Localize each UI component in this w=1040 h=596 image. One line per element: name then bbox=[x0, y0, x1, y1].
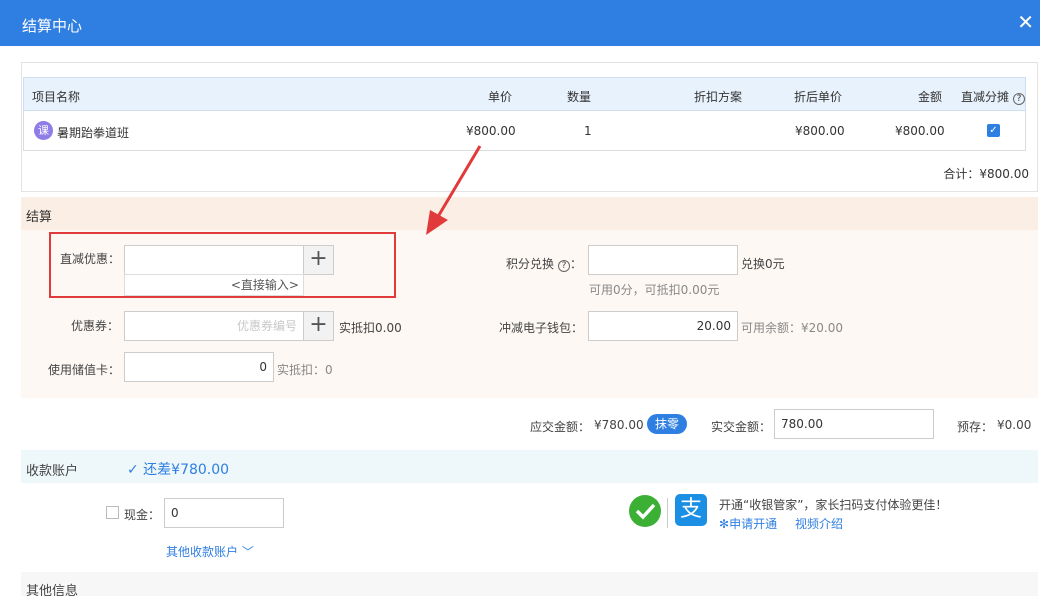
cash-label: 现金： bbox=[124, 508, 161, 522]
coupon-input[interactable]: 优惠券编号 bbox=[124, 311, 304, 341]
dialog-titlebar: 结算中心 ✕ bbox=[0, 0, 1040, 46]
row-unit-price: ¥800.00 bbox=[466, 124, 516, 138]
video-intro-link[interactable]: 视频介绍 bbox=[795, 515, 843, 532]
row-quantity: 1 bbox=[584, 124, 592, 138]
chevron-down-icon: ﹀ bbox=[241, 545, 254, 559]
items-panel: 项目名称 单价 数量 折扣方案 折后单价 金额 直减分摊? 课 暑期跆拳道班 ¥… bbox=[21, 62, 1038, 192]
cash-input[interactable]: 0 bbox=[164, 498, 284, 528]
alipay-icon: 支 bbox=[675, 494, 707, 526]
annotation-arrow-icon bbox=[426, 145, 482, 235]
accounts-header: 收款账户 ✓ 还差¥780.00 bbox=[21, 450, 1038, 483]
stored-card-label: 使用储值卡： bbox=[48, 363, 121, 377]
coupon-deduct-text: 实抵扣0.00 bbox=[339, 321, 402, 335]
round-off-button[interactable]: 抹零 bbox=[647, 414, 688, 434]
row-item-name: 暑期跆拳道班 bbox=[57, 126, 130, 140]
points-label: 积分兑换?： bbox=[506, 257, 583, 272]
help-icon[interactable]: ? bbox=[1013, 93, 1026, 105]
dialog-title: 结算中心 bbox=[22, 17, 83, 35]
wallet-balance-text: 可用余额：¥20.00 bbox=[741, 321, 843, 335]
divider bbox=[667, 498, 668, 528]
flower-icon: ✻ bbox=[719, 517, 730, 531]
table-row: 课 暑期跆拳道班 ¥800.00 1 ¥800.00 ¥800.00 ✓ bbox=[23, 111, 1026, 151]
paid-amount-input[interactable]: 780.00 bbox=[774, 409, 934, 439]
course-badge: 课 bbox=[34, 121, 53, 140]
other-accounts-link[interactable]: 其他收款账户 ﹀ bbox=[166, 543, 254, 560]
stored-card-deduct-text: 实抵扣：0 bbox=[277, 363, 333, 377]
apportion-checkbox[interactable]: ✓ bbox=[987, 124, 1000, 137]
help-icon[interactable]: ? bbox=[558, 260, 571, 272]
due-amount-value: ¥780.00 bbox=[594, 418, 644, 432]
stored-card-input[interactable]: 0 bbox=[124, 352, 274, 382]
col-amount: 金额 bbox=[918, 90, 943, 104]
accounts-title: 收款账户 bbox=[26, 464, 79, 479]
cash-checkbox[interactable] bbox=[106, 506, 119, 519]
points-exchange-text: 兑换0元 bbox=[741, 257, 785, 271]
settlement-header: 结算 bbox=[21, 197, 1038, 230]
points-input[interactable] bbox=[588, 245, 738, 275]
prepaid-value: ¥0.00 bbox=[997, 418, 1032, 432]
annotation-highlight-box bbox=[49, 232, 396, 298]
col-quantity: 数量 bbox=[567, 90, 592, 104]
settlement-title: 结算 bbox=[26, 210, 53, 225]
coupon-label: 优惠券： bbox=[71, 319, 120, 333]
due-amount-label: 应交金额： bbox=[530, 420, 591, 434]
apply-link[interactable]: ✻申请开通 bbox=[719, 515, 777, 532]
table-total: 合计：¥800.00 bbox=[943, 167, 1029, 181]
other-info-title: 其他信息 bbox=[26, 584, 79, 596]
row-amount: ¥800.00 bbox=[895, 124, 945, 138]
wallet-label: 冲减电子钱包： bbox=[499, 321, 584, 335]
points-available-text: 可用0分，可抵扣0.00元 bbox=[589, 283, 720, 297]
col-apportion: 直减分摊? bbox=[961, 88, 1026, 105]
table-header: 项目名称 单价 数量 折扣方案 折后单价 金额 直减分摊? bbox=[23, 77, 1026, 111]
col-item-name: 项目名称 bbox=[32, 90, 81, 104]
accounts-status: ✓ 还差¥780.00 bbox=[127, 462, 230, 478]
col-unit-price: 单价 bbox=[488, 90, 513, 104]
wechat-pay-icon bbox=[629, 495, 661, 527]
prepaid-label: 预存： bbox=[957, 420, 994, 434]
row-discounted-price: ¥800.00 bbox=[795, 124, 845, 138]
wallet-input[interactable]: 20.00 bbox=[588, 311, 738, 341]
other-info-header: 其他信息 bbox=[21, 572, 1038, 596]
col-discounted-price: 折后单价 bbox=[794, 90, 843, 104]
paid-amount-label: 实交金额： bbox=[711, 420, 772, 434]
col-discount-plan: 折扣方案 bbox=[694, 90, 743, 104]
coupon-add-button[interactable]: + bbox=[303, 311, 334, 341]
close-icon[interactable]: ✕ bbox=[1017, 12, 1034, 32]
promo-text: 开通“收银管家”，家长扫码支付体验更佳！ bbox=[719, 498, 948, 512]
